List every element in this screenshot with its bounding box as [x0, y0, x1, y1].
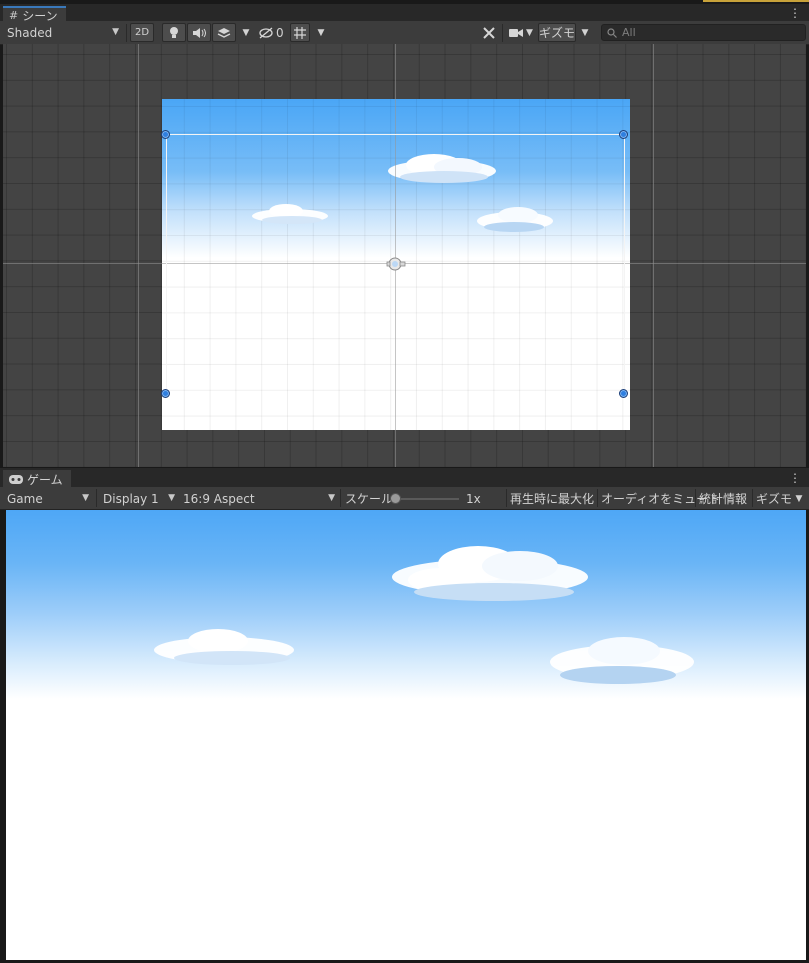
game-viewport[interactable]	[6, 510, 806, 960]
tools-icon	[483, 26, 495, 39]
toolbar-divider	[506, 489, 507, 507]
aspect-value: 16:9 Aspect	[183, 491, 255, 506]
game-panel-menu-icon[interactable]: ⋮	[789, 471, 801, 486]
camera-gizmo-icon[interactable]	[386, 256, 406, 272]
speaker-icon	[193, 27, 206, 38]
toolbar-divider	[126, 24, 127, 42]
rect-handle-bottom-left[interactable]	[161, 389, 170, 398]
scene-panel-menu-icon[interactable]: ⋮	[789, 6, 801, 21]
chevron-down-icon: ▼	[112, 27, 119, 37]
tab-game[interactable]: ゲーム	[3, 470, 71, 487]
effects-dropdown[interactable]: ▼	[237, 23, 255, 42]
grid-major-line	[138, 44, 139, 467]
toolbar-divider	[96, 489, 97, 507]
play-mode-accent	[703, 0, 809, 2]
rect-handle-top-right[interactable]	[619, 130, 628, 139]
draw-mode-value: Shaded	[7, 25, 53, 40]
lightbulb-icon	[170, 26, 178, 38]
scale-slider-thumb[interactable]	[390, 493, 401, 504]
toolbar-divider	[340, 489, 341, 507]
chevron-down-icon: ▼	[317, 27, 325, 38]
grid-snap-icon	[294, 26, 306, 39]
scale-label: スケール	[345, 492, 394, 506]
gamepad-icon	[9, 475, 23, 484]
cloud-sprite	[392, 546, 588, 601]
scene-search-input[interactable]: All	[601, 24, 806, 41]
grid-snap-button[interactable]	[290, 23, 310, 42]
game-gizmos-button[interactable]: ギズモ	[756, 489, 792, 508]
hidden-objects-toggle[interactable]: 0	[258, 23, 288, 42]
game-clouds-layer	[154, 546, 694, 684]
display-value: Display 1	[103, 491, 159, 506]
scene-viewport[interactable]	[3, 44, 806, 467]
toolbar-divider	[752, 489, 753, 507]
maximize-on-play-toggle[interactable]: 再生時に最大化	[510, 489, 594, 508]
display-dropdown[interactable]: Display 1 ▼	[98, 489, 178, 508]
toolbar-divider	[597, 489, 598, 507]
scale-slider-track[interactable]	[395, 498, 459, 500]
search-icon	[607, 27, 617, 38]
toolbar-divider	[695, 489, 696, 507]
chevron-down-icon: ▼	[82, 493, 89, 503]
cloud-sprite	[550, 637, 694, 684]
chevron-down-icon: ▼	[168, 493, 175, 503]
tools-button[interactable]	[478, 23, 500, 42]
game-toolbar: Game ▼ Display 1 ▼ 16:9 Aspect ▼ スケール 1x…	[0, 487, 809, 510]
camera-settings-dropdown[interactable]: ▼	[505, 23, 537, 42]
game-tab-bar: ゲーム ⋮	[0, 468, 809, 487]
layers-icon	[217, 27, 231, 38]
cloud-sprite	[154, 629, 294, 665]
camera-icon	[509, 28, 524, 37]
rect-handle-bottom-right[interactable]	[619, 389, 628, 398]
search-placeholder: All	[622, 26, 636, 39]
stats-toggle[interactable]: 統計情報	[699, 489, 747, 508]
game-view-value: Game	[7, 491, 43, 506]
draw-mode-dropdown[interactable]: Shaded ▼	[2, 23, 124, 42]
chevron-down-icon: ▼	[328, 493, 335, 503]
game-gizmos-dropdown[interactable]: ▼	[792, 489, 806, 508]
chevron-down-icon: ▼	[795, 493, 803, 504]
gizmos-button[interactable]: ギズモ	[538, 23, 576, 42]
scene-effects-button[interactable]	[212, 23, 236, 42]
chevron-down-icon: ▼	[581, 27, 589, 38]
scene-lighting-button[interactable]	[162, 23, 186, 42]
toggle-2d-button[interactable]: 2D	[130, 23, 154, 42]
grid-major-line	[653, 44, 654, 467]
scale-value: 1x	[466, 491, 481, 506]
eye-slash-icon	[259, 27, 273, 38]
game-view-dropdown[interactable]: Game ▼	[2, 489, 94, 508]
grid-dropdown[interactable]: ▼	[312, 23, 330, 42]
chevron-down-icon: ▼	[242, 27, 250, 38]
aspect-dropdown[interactable]: 16:9 Aspect ▼	[179, 489, 339, 508]
chevron-down-icon: ▼	[526, 27, 533, 38]
scene-audio-button[interactable]	[187, 23, 211, 42]
gizmos-dropdown[interactable]: ▼	[577, 23, 593, 42]
tab-game-label: ゲーム	[27, 473, 63, 487]
toolbar-divider	[502, 24, 503, 42]
scene-toolbar: Shaded ▼ 2D ▼ 0 ▼ ▼ ギズモ ▼ All	[0, 21, 809, 45]
hidden-count: 0	[276, 25, 284, 40]
rect-handle-top-left[interactable]	[161, 130, 170, 139]
